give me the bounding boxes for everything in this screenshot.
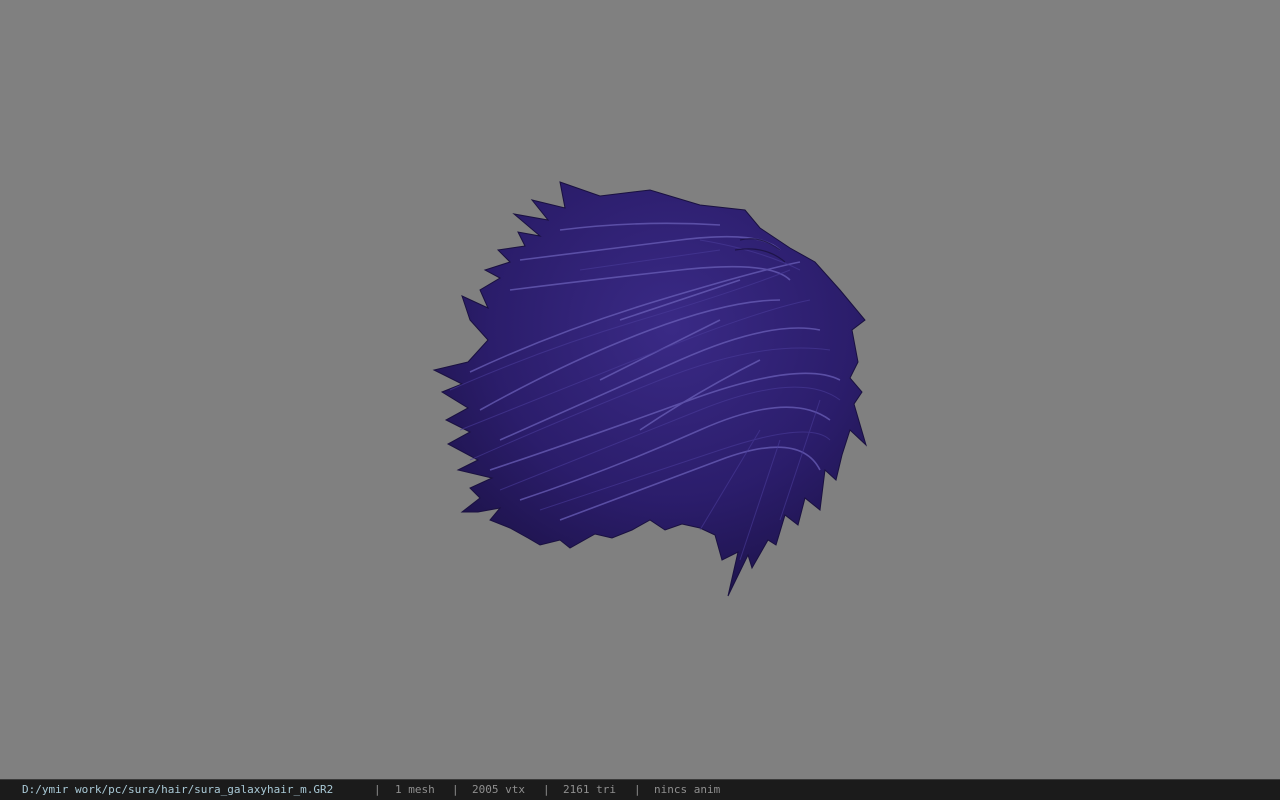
model-viewer-window: D:/ymir work/pc/sura/hair/sura_galaxyhai… [0, 0, 1280, 800]
file-path: D:/ymir work/pc/sura/hair/sura_galaxyhai… [22, 783, 334, 796]
status-bar: D:/ymir work/pc/sura/hair/sura_galaxyhai… [0, 779, 1280, 800]
triangle-count: 2161 tri [563, 783, 616, 796]
status-separator: | [374, 783, 381, 796]
status-separator: | [634, 783, 641, 796]
mesh-count: 1 mesh [395, 783, 435, 796]
3d-viewport[interactable] [0, 0, 1280, 779]
status-separator: | [452, 783, 459, 796]
status-separator: | [543, 783, 550, 796]
vertex-count: 2005 vtx [472, 783, 525, 796]
anim-status: nincs anim [654, 783, 721, 796]
hair-mesh-icon [432, 181, 867, 597]
